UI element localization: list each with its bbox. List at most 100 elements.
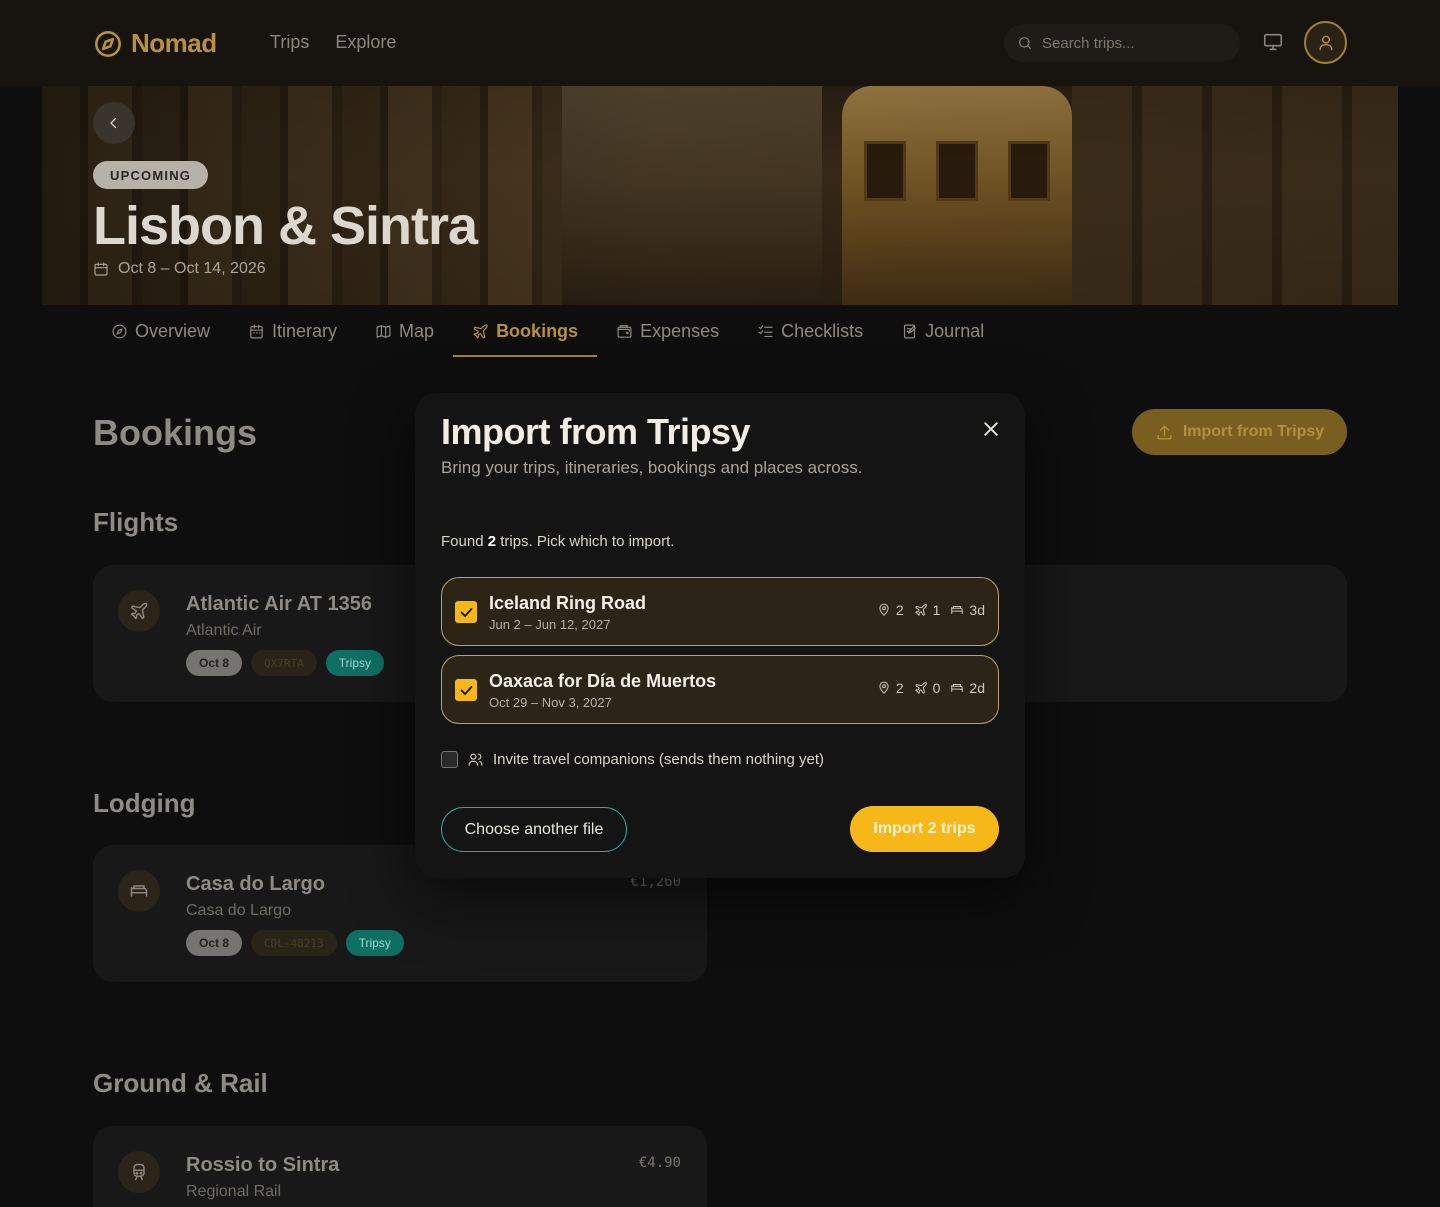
section-ground-rail: Ground & Rail <box>93 1068 268 1098</box>
source-chip: Tripsy <box>345 930 404 956</box>
source-chip: Tripsy <box>325 650 384 676</box>
calendar-icon <box>94 262 108 276</box>
nav-trips[interactable]: Trips <box>270 32 309 53</box>
trip-tabs: Overview Itinerary Map Bookings Expenses… <box>92 305 1003 357</box>
ground-title: Rossio to Sintra <box>186 1154 340 1176</box>
places-stat: 2 <box>877 680 904 696</box>
tab-label: Overview <box>135 320 211 341</box>
plane-icon <box>914 604 927 616</box>
wallet-icon <box>617 324 632 338</box>
found-count: 2 <box>487 533 497 550</box>
invite-checkbox[interactable] <box>441 751 458 768</box>
trip-status-badge: UPCOMING <box>93 161 209 189</box>
map-pin-icon <box>879 681 889 694</box>
main-nav: Trips Explore <box>270 32 396 53</box>
logo-text: Nomad <box>131 28 217 58</box>
lodging-chips: Oct 8 CDL-48213 Tripsy <box>186 930 404 956</box>
trip-dates-text: Oct 8 – Oct 14, 2026 <box>118 260 266 277</box>
page-title: Bookings <box>93 412 258 453</box>
trip-option[interactable]: Oaxaca for Día de Muertos Oct 29 – Nov 3… <box>441 655 999 724</box>
compass-icon <box>112 324 127 338</box>
import-modal: Import from Tripsy Bring your trips, iti… <box>415 393 1025 878</box>
bed-icon <box>951 684 964 692</box>
trip-title: Lisbon & Sintra <box>93 196 478 256</box>
bed-icon <box>951 606 964 614</box>
flight-airline: Atlantic Air <box>186 622 262 639</box>
user-avatar[interactable] <box>1304 21 1347 64</box>
users-icon <box>468 753 483 766</box>
trip-name: Iceland Ring Road <box>489 593 647 613</box>
map-icon <box>376 324 391 338</box>
trip-stats: 2 0 2d <box>877 680 985 696</box>
tab-label: Journal <box>925 320 985 341</box>
calendar-icon <box>250 324 263 338</box>
tab-expenses[interactable]: Expenses <box>597 305 738 357</box>
modal-title: Import from Tripsy <box>441 411 751 452</box>
ground-card[interactable]: Rossio to Sintra Regional Rail €4.90 <box>93 1126 707 1207</box>
trip-checkbox[interactable] <box>455 601 477 623</box>
import-button-label: Import from Tripsy <box>1182 423 1325 440</box>
flight-card-icon <box>118 590 160 632</box>
lodging-title: Casa do Largo <box>186 873 325 895</box>
checklist-icon <box>758 324 773 337</box>
trip-dates: Oct 8 – Oct 14, 2026 <box>93 260 266 278</box>
bed-icon <box>130 885 148 897</box>
choose-another-file-button[interactable]: Choose another file <box>441 807 627 852</box>
compass-icon <box>95 30 121 57</box>
tab-map[interactable]: Map <box>356 305 453 357</box>
search-bar[interactable] <box>1004 24 1240 62</box>
upload-icon <box>1157 424 1172 440</box>
flights-stat: 1 <box>914 602 940 618</box>
invite-label: Invite travel companions (sends them not… <box>493 751 825 768</box>
tab-label: Map <box>399 320 435 341</box>
tab-label: Bookings <box>496 320 579 341</box>
import-trips-button[interactable]: Import 2 trips <box>850 806 999 852</box>
search-input[interactable] <box>1042 34 1222 52</box>
tab-label: Itinerary <box>272 320 338 341</box>
monitor-icon <box>1263 33 1283 51</box>
nav-explore[interactable]: Explore <box>335 32 396 53</box>
map-pin-icon <box>879 603 889 616</box>
plane-icon <box>914 682 927 694</box>
stays-stat: 3d <box>950 602 985 618</box>
flight-title: Atlantic Air AT 1356 <box>186 593 372 615</box>
journal-icon <box>904 324 916 338</box>
tab-overview[interactable]: Overview <box>92 305 229 357</box>
date-chip: Oct 8 <box>186 930 243 956</box>
invite-companions-option[interactable]: Invite travel companions (sends them not… <box>441 751 824 768</box>
tab-label: Checklists <box>781 320 864 341</box>
reference-chip: QX7RTA <box>251 650 317 676</box>
trip-dates: Jun 2 – Jun 12, 2027 <box>489 617 611 632</box>
tab-checklists[interactable]: Checklists <box>738 305 882 357</box>
trip-name: Oaxaca for Día de Muertos <box>489 671 717 691</box>
tab-bookings[interactable]: Bookings <box>453 305 598 357</box>
close-button[interactable] <box>979 417 1003 441</box>
modal-subtitle: Bring your trips, itineraries, bookings … <box>441 458 863 477</box>
ground-card-icon <box>118 1151 160 1193</box>
chevron-left-icon <box>110 117 117 129</box>
trip-checkbox[interactable] <box>455 679 477 701</box>
date-chip: Oct 8 <box>186 650 243 676</box>
ground-price: €4.90 <box>638 1155 681 1171</box>
places-stat: 2 <box>877 602 904 618</box>
check-icon <box>460 607 472 617</box>
lodging-card-icon <box>118 870 160 912</box>
check-icon <box>460 685 472 695</box>
user-icon <box>1318 35 1333 50</box>
section-lodging: Lodging <box>93 788 196 818</box>
trip-stats: 2 1 3d <box>877 602 985 618</box>
tab-journal[interactable]: Journal <box>882 305 1003 357</box>
tab-itinerary[interactable]: Itinerary <box>229 305 356 357</box>
ground-subtitle: Regional Rail <box>186 1183 282 1200</box>
app-logo[interactable]: Nomad <box>94 28 217 59</box>
tab-label: Expenses <box>640 320 720 341</box>
section-flights: Flights <box>93 507 179 537</box>
back-button[interactable] <box>93 102 135 144</box>
import-from-tripsy-button[interactable]: Import from Tripsy <box>1132 409 1347 455</box>
flights-stat: 0 <box>914 680 940 696</box>
trip-option[interactable]: Iceland Ring Road Jun 2 – Jun 12, 2027 2… <box>441 577 999 646</box>
reference-chip: CDL-48213 <box>251 930 337 956</box>
display-mode-button[interactable] <box>1262 31 1284 53</box>
stays-stat: 2d <box>950 680 985 696</box>
trip-dates: Oct 29 – Nov 3, 2027 <box>489 695 612 710</box>
